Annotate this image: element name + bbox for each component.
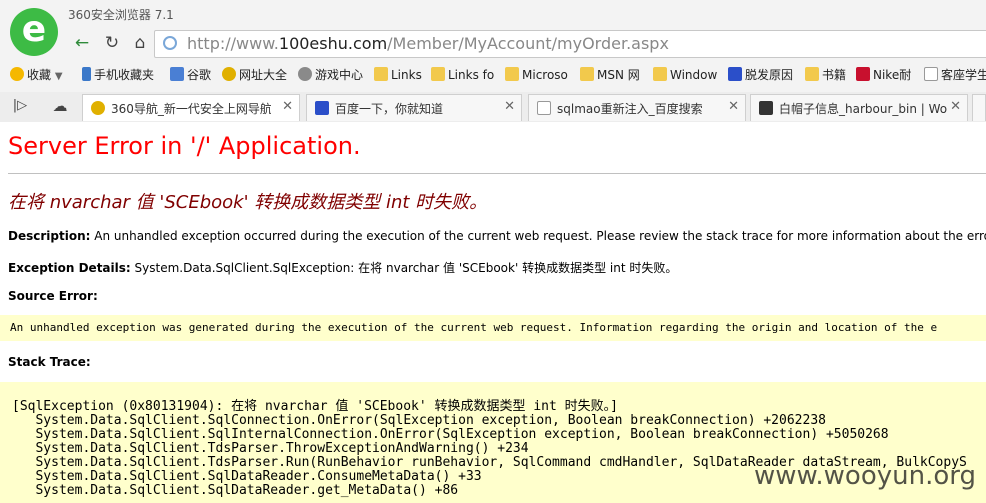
error-message: 在将 nvarchar 值 'SCEbook' 转换成数据类型 int 时失败。	[8, 192, 488, 213]
gamepad-icon	[298, 67, 312, 81]
tab-wooyun[interactable]: 白帽子信息_harbour_bin | Wo ✕	[750, 94, 968, 121]
t-icon	[856, 67, 870, 81]
google-icon	[170, 67, 184, 81]
close-icon[interactable]: ✕	[282, 99, 293, 114]
bookmark-links[interactable]: Links	[374, 66, 422, 84]
bookmark-windows[interactable]: Window	[653, 66, 717, 84]
stack-line: System.Data.SqlClient.TdsParser.ThrowExc…	[12, 441, 529, 456]
bookmark-mobile[interactable]: 手机收藏夹	[82, 66, 154, 84]
tab-overflow[interactable]	[972, 94, 986, 121]
bookmarks-bar: 收藏 ▼ 手机收藏夹 谷歌 网址大全 游戏中心 Links Links fo M…	[0, 62, 986, 88]
address-bar[interactable]: http://www.100eshu.com/Member/MyAccount/…	[154, 30, 986, 58]
folder-icon	[505, 67, 519, 81]
bookmark-links-fo[interactable]: Links fo	[431, 66, 494, 84]
error-page: Server Error in '/' Application. 在将 nvar…	[0, 122, 986, 503]
folder-icon	[431, 67, 445, 81]
stack-trace-label: Stack Trace:	[8, 355, 91, 369]
cloud-icon[interactable]: ☁	[48, 94, 72, 118]
close-icon[interactable]: ✕	[728, 99, 739, 114]
navigation-bar: ← ↻ ⌂ http://www.100eshu.com/Member/MyAc…	[66, 28, 986, 58]
source-error-box: An unhandled exception was generated dur…	[0, 315, 986, 341]
paw-icon	[315, 101, 329, 115]
phone-icon	[82, 67, 91, 81]
bookmark-msn[interactable]: MSN 网	[580, 66, 640, 84]
refresh-icon[interactable]: ↻	[100, 31, 124, 55]
bookmark-daohang[interactable]: 网址大全	[222, 66, 287, 84]
e-icon	[222, 67, 236, 81]
folder-icon	[580, 67, 594, 81]
back-arrow-icon[interactable]: ←	[70, 31, 94, 55]
source-error-label: Source Error:	[8, 289, 98, 303]
watermark: www.wooyun.org	[753, 461, 976, 491]
stack-line: System.Data.SqlClient.SqlDataReader.Cons…	[12, 469, 482, 484]
close-icon[interactable]: ✕	[504, 99, 515, 114]
source-error-text: An unhandled exception was generated dur…	[10, 321, 938, 334]
page-icon	[537, 101, 551, 115]
folder-icon	[653, 67, 667, 81]
folder-icon	[805, 67, 819, 81]
app-title: 360安全浏览器 7.1	[68, 8, 174, 22]
e-icon	[91, 101, 105, 115]
bookmark-hair-loss[interactable]: 脱发原因	[728, 66, 793, 84]
home-icon[interactable]: ⌂	[128, 31, 152, 55]
bookmark-nike[interactable]: Nike耐	[856, 66, 911, 84]
url-text: http://www.100eshu.com/Member/MyAccount/…	[187, 34, 669, 53]
tab-baidu[interactable]: 百度一下，你就知道 ✕	[306, 94, 522, 121]
page-title: Server Error in '/' Application.	[8, 132, 361, 160]
description-line: Description: An unhandled exception occu…	[8, 229, 986, 243]
bookmark-books[interactable]: 书籍	[805, 66, 846, 84]
bookmark-games[interactable]: 游戏中心	[298, 66, 363, 84]
bookmark-microsoft[interactable]: Microso	[505, 66, 568, 84]
star-icon	[10, 67, 24, 81]
browser-chrome: e 360安全浏览器 7.1 ← ↻ ⌂ http://www.100eshu.…	[0, 0, 986, 123]
stack-line: System.Data.SqlClient.SqlConnection.OnEr…	[12, 413, 826, 428]
folder-icon	[374, 67, 388, 81]
tab-bar: |▷ ☁ 360导航_新一代安全上网导航 ✕ 百度一下，你就知道 ✕ sqlma…	[0, 92, 986, 123]
stack-line: System.Data.SqlClient.SqlDataReader.get_…	[12, 483, 459, 498]
hat-icon	[759, 101, 773, 115]
exception-details-line: Exception Details: System.Data.SqlClient…	[8, 261, 678, 275]
sidebar-toggle-icon[interactable]: |▷	[8, 94, 32, 118]
stack-line: System.Data.SqlClient.SqlInternalConnect…	[12, 427, 889, 442]
stack-line: [SqlException (0x80131904): 在将 nvarchar …	[12, 399, 618, 414]
globe-icon	[163, 36, 177, 50]
bookmark-favorites[interactable]: 收藏 ▼	[10, 66, 63, 84]
bookmark-guest-student[interactable]: 客座学生	[924, 66, 986, 84]
divider	[8, 173, 986, 174]
page-icon	[924, 67, 938, 81]
bookmark-google[interactable]: 谷歌	[170, 66, 211, 84]
browser-logo-icon: e	[10, 8, 58, 56]
paw-icon	[728, 67, 742, 81]
close-icon[interactable]: ✕	[950, 99, 961, 114]
tab-sqlmap-search[interactable]: sqlmao重新注入_百度搜索 ✕	[528, 94, 746, 121]
tab-360-nav[interactable]: 360导航_新一代安全上网导航 ✕	[82, 94, 300, 121]
